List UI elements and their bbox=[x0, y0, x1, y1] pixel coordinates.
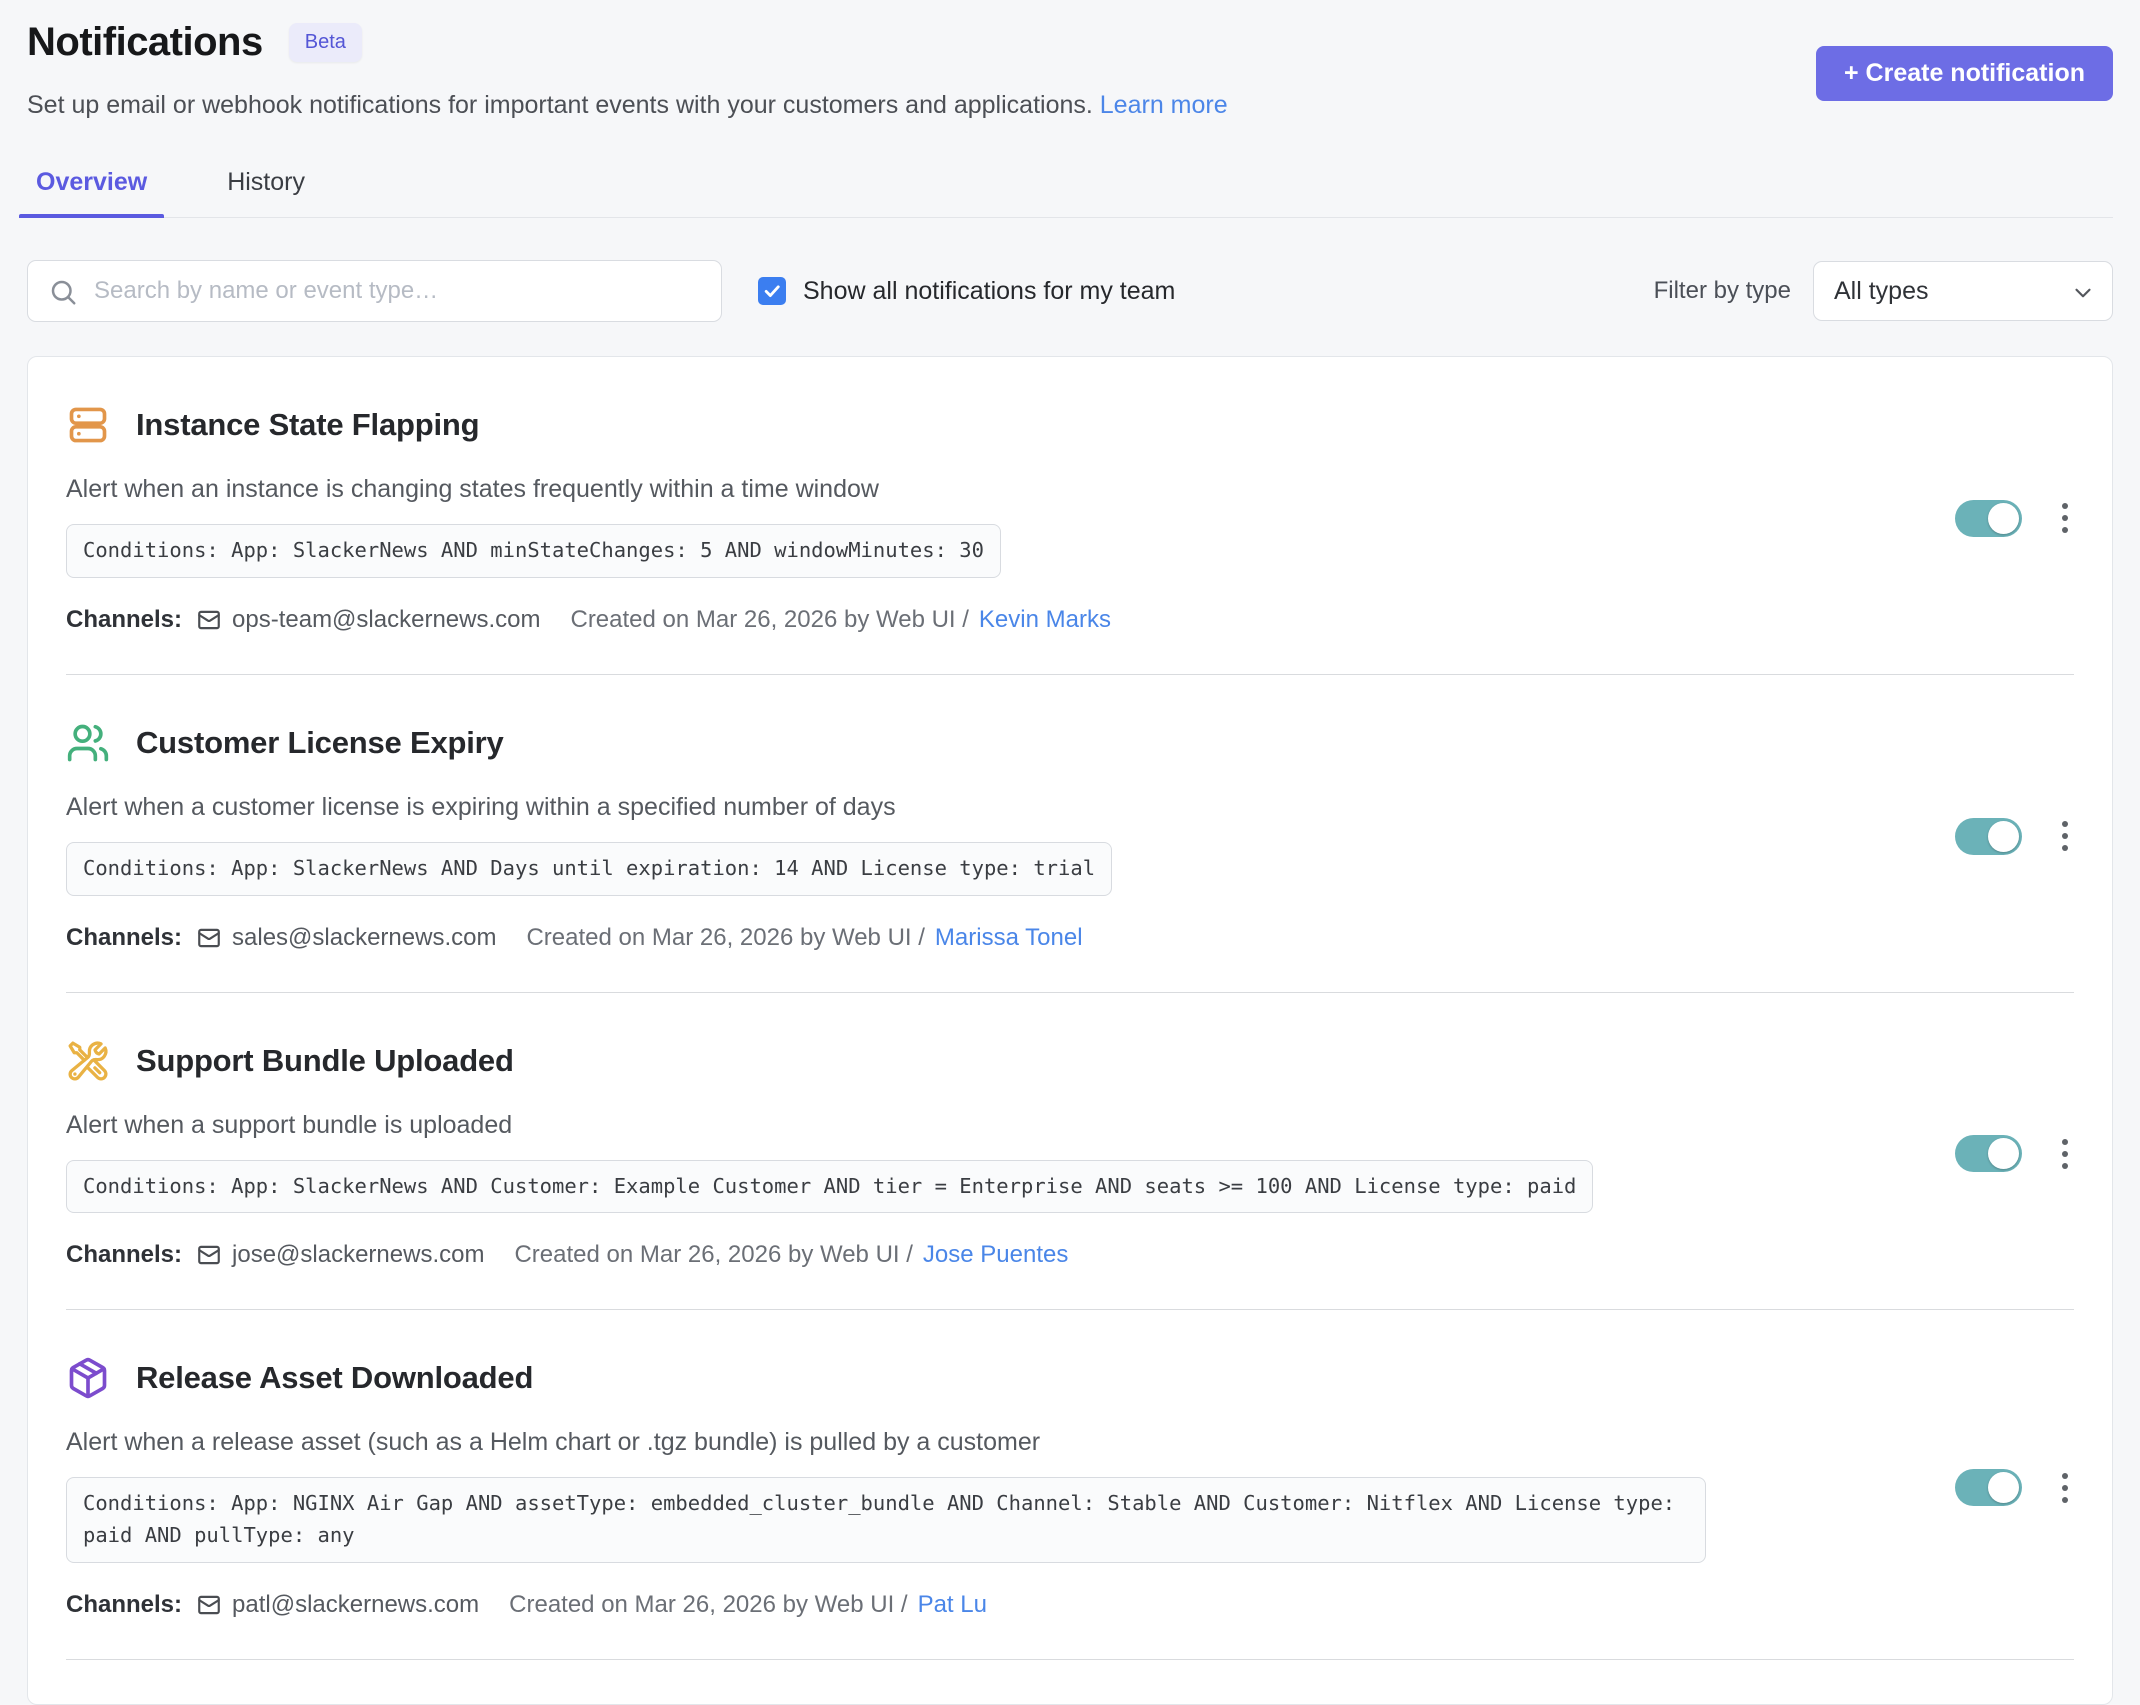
server-icon bbox=[66, 403, 110, 447]
learn-more-link[interactable]: Learn more bbox=[1100, 91, 1228, 119]
team-checkbox-group[interactable]: Show all notifications for my team bbox=[758, 277, 1175, 306]
channel-email: patl@slackernews.com bbox=[232, 1591, 479, 1619]
kebab-menu-button[interactable] bbox=[2056, 497, 2074, 539]
tools-icon bbox=[66, 1039, 110, 1083]
tab-bar: Overview History bbox=[27, 162, 2113, 218]
users-icon bbox=[66, 721, 110, 765]
channels-line: Channels: ops-team@slackernews.com Creat… bbox=[66, 606, 1925, 634]
created-text: Created on Mar 26, 2026 by Web UI / bbox=[526, 924, 924, 952]
divider bbox=[66, 1659, 2074, 1660]
created-by-link[interactable]: Kevin Marks bbox=[979, 606, 1111, 634]
notification-card-release-asset-downloaded: Release Asset Downloaded Alert when a re… bbox=[28, 1310, 2112, 1659]
team-checkbox[interactable] bbox=[758, 277, 786, 305]
conditions-badge: Conditions: App: SlackerNews AND Custome… bbox=[66, 1160, 1593, 1214]
create-notification-button[interactable]: + Create notification bbox=[1816, 46, 2113, 101]
created-by-link[interactable]: Pat Lu bbox=[918, 1591, 987, 1619]
mail-icon bbox=[196, 607, 222, 633]
notification-card-instance-state-flapping: Instance State Flapping Alert when an in… bbox=[28, 357, 2112, 674]
notification-card-support-bundle-uploaded: Support Bundle Uploaded Alert when a sup… bbox=[28, 993, 2112, 1310]
subtitle-text: Set up email or webhook notifications fo… bbox=[27, 91, 1093, 119]
notifications-page: Notifications Beta Set up email or webho… bbox=[0, 0, 2140, 1705]
enable-toggle[interactable] bbox=[1955, 1469, 2022, 1506]
created-text: Created on Mar 26, 2026 by Web UI / bbox=[509, 1591, 907, 1619]
channel-email: ops-team@slackernews.com bbox=[232, 606, 540, 634]
mail-icon bbox=[196, 1592, 222, 1618]
package-icon bbox=[66, 1356, 110, 1400]
channels-line: Channels: jose@slackernews.com Created o… bbox=[66, 1241, 1925, 1269]
channels-label: Channels: bbox=[66, 1241, 182, 1269]
page-title: Notifications bbox=[27, 20, 263, 65]
filter-by-type-label: Filter by type bbox=[1654, 277, 1791, 305]
enable-toggle[interactable] bbox=[1955, 818, 2022, 855]
notification-description: Alert when an instance is changing state… bbox=[66, 475, 1925, 504]
kebab-menu-button[interactable] bbox=[2056, 1467, 2074, 1509]
team-checkbox-label[interactable]: Show all notifications for my team bbox=[803, 277, 1175, 306]
channels-label: Channels: bbox=[66, 606, 182, 634]
notification-description: Alert when a release asset (such as a He… bbox=[66, 1428, 1925, 1457]
toggle-knob bbox=[1988, 821, 2019, 852]
toggle-knob bbox=[1988, 1138, 2019, 1169]
notification-title: Customer License Expiry bbox=[136, 725, 504, 761]
kebab-menu-button[interactable] bbox=[2056, 815, 2074, 857]
filter-by-type-group: Filter by type All types bbox=[1654, 261, 2113, 321]
channels-line: Channels: sales@slackernews.com Created … bbox=[66, 924, 1925, 952]
conditions-badge: Conditions: App: SlackerNews AND minStat… bbox=[66, 524, 1001, 578]
mail-icon bbox=[196, 1242, 222, 1268]
enable-toggle[interactable] bbox=[1955, 500, 2022, 537]
search-input[interactable] bbox=[28, 261, 721, 321]
check-icon bbox=[762, 281, 782, 301]
mail-icon bbox=[196, 925, 222, 951]
channels-label: Channels: bbox=[66, 924, 182, 952]
page-header: Notifications Beta Set up email or webho… bbox=[27, 14, 2113, 120]
kebab-menu-button[interactable] bbox=[2056, 1133, 2074, 1175]
filter-controls: Show all notifications for my team Filte… bbox=[27, 260, 2113, 322]
chevron-down-icon bbox=[2070, 280, 2096, 306]
notification-description: Alert when a support bundle is uploaded bbox=[66, 1111, 1925, 1140]
type-filter-select[interactable]: All types bbox=[1813, 261, 2113, 321]
tab-history[interactable]: History bbox=[219, 162, 313, 217]
tab-overview[interactable]: Overview bbox=[28, 162, 155, 217]
created-by-link[interactable]: Jose Puentes bbox=[923, 1241, 1068, 1269]
beta-badge: Beta bbox=[289, 23, 362, 62]
notification-title: Instance State Flapping bbox=[136, 407, 479, 443]
page-subtitle: Set up email or webhook notifications fo… bbox=[27, 91, 1228, 120]
notification-title: Support Bundle Uploaded bbox=[136, 1043, 514, 1079]
notification-description: Alert when a customer license is expirin… bbox=[66, 793, 1925, 822]
toggle-knob bbox=[1988, 1472, 2019, 1503]
created-by-link[interactable]: Marissa Tonel bbox=[935, 924, 1083, 952]
enable-toggle[interactable] bbox=[1955, 1135, 2022, 1172]
toggle-knob bbox=[1988, 503, 2019, 534]
channel-email: sales@slackernews.com bbox=[232, 924, 496, 952]
notification-card-customer-license-expiry: Customer License Expiry Alert when a cus… bbox=[28, 675, 2112, 992]
search-icon bbox=[48, 277, 78, 307]
conditions-badge: Conditions: App: SlackerNews AND Days un… bbox=[66, 842, 1112, 896]
search-box bbox=[27, 260, 722, 322]
channels-line: Channels: patl@slackernews.com Created o… bbox=[66, 1591, 1925, 1619]
conditions-badge: Conditions: App: NGINX Air Gap AND asset… bbox=[66, 1477, 1706, 1563]
notification-title: Release Asset Downloaded bbox=[136, 1360, 533, 1396]
type-filter-value: All types bbox=[1834, 277, 1928, 306]
created-text: Created on Mar 26, 2026 by Web UI / bbox=[570, 606, 968, 634]
notifications-list: Instance State Flapping Alert when an in… bbox=[27, 356, 2113, 1705]
channel-email: jose@slackernews.com bbox=[232, 1241, 484, 1269]
channels-label: Channels: bbox=[66, 1591, 182, 1619]
created-text: Created on Mar 26, 2026 by Web UI / bbox=[514, 1241, 912, 1269]
